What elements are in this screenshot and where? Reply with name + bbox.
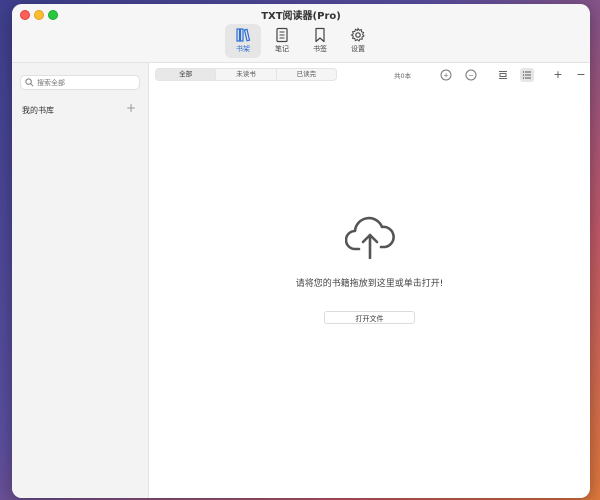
notes-icon — [276, 27, 288, 43]
toolbar-settings-button[interactable]: 设置 — [340, 24, 376, 58]
search-input[interactable] — [37, 76, 137, 89]
title-bar: TXT阅读器(Pro) 书架 笔记 书签 设置 — [12, 4, 590, 63]
search-icon — [25, 78, 34, 87]
zoom-out-symbol: − — [468, 71, 474, 79]
zoom-out-icon: − — [465, 69, 477, 81]
filter-tab-all[interactable]: 全部 — [156, 69, 217, 80]
main-content: 全部 未读书 已读完 共0本 + − + − 请将您的书籍拖放到这里或单击打开!… — [149, 63, 590, 498]
zoom-in-button[interactable]: + — [439, 68, 453, 82]
my-library-label: 我的书库 — [22, 106, 54, 115]
filter-tab-finished[interactable]: 已读完 — [277, 69, 336, 80]
toolbar-settings-label: 设置 — [351, 45, 365, 53]
search-box — [20, 75, 140, 90]
drop-hint-text: 请将您的书籍拖放到这里或单击打开! — [295, 279, 444, 289]
sidebar: 我的书库 + — [12, 63, 149, 498]
filter-tab-unread[interactable]: 未读书 — [216, 69, 277, 80]
zoom-in-icon: + — [440, 69, 452, 81]
book-count: 共0本 — [394, 72, 412, 80]
bookmark-icon — [315, 27, 325, 43]
list-view-icon — [522, 71, 531, 79]
bookshelf-icon — [236, 28, 251, 42]
grid-view-icon — [499, 71, 507, 79]
zoom-in-symbol: + — [443, 71, 449, 79]
window-title: TXT阅读器(Pro) — [261, 11, 341, 22]
open-file-button[interactable]: 打开文件 — [324, 311, 415, 324]
add-library-button[interactable]: + — [126, 101, 136, 115]
filter-segmented-control: 全部 未读书 已读完 — [155, 68, 337, 81]
remove-book-button[interactable]: − — [574, 68, 588, 82]
cloud-upload-icon — [344, 213, 395, 263]
grid-view-button[interactable] — [496, 68, 510, 82]
toolbar-bookshelf-label: 书架 — [236, 45, 250, 53]
toolbar-bookmark-label: 书签 — [313, 45, 327, 53]
toolbar-notes-label: 笔记 — [275, 45, 289, 53]
add-book-button[interactable]: + — [551, 68, 565, 82]
app-window: TXT阅读器(Pro) 书架 笔记 书签 设置 搜索全部 我的书库 + 全部 未… — [12, 4, 590, 498]
toolbar-bookmark-button[interactable]: 书签 — [302, 24, 338, 58]
list-view-button[interactable] — [520, 68, 534, 82]
toolbar-bookshelf-button[interactable]: 书架 — [225, 24, 261, 58]
toolbar-notes-button[interactable]: 笔记 — [264, 24, 300, 58]
gear-icon — [350, 27, 365, 42]
zoom-out-button[interactable]: − — [464, 68, 478, 82]
